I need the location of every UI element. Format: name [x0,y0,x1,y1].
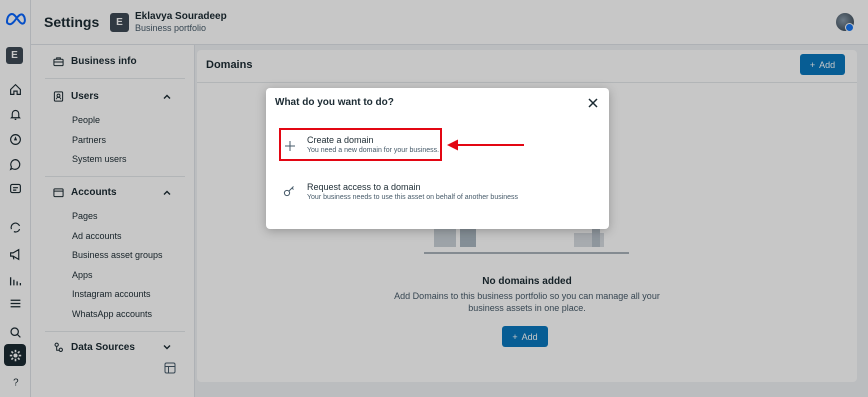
option-title: Request access to a domain [307,182,421,192]
close-icon[interactable] [587,97,599,109]
option-request-access[interactable]: Request access to a domain Your business… [280,180,540,206]
option-description: Your business needs to use this asset on… [307,194,519,201]
annotation-arrow-icon [447,139,524,151]
dialog-title: What do you want to do? [275,97,394,108]
annotation-highlight-box [279,128,442,161]
key-icon [283,186,294,197]
